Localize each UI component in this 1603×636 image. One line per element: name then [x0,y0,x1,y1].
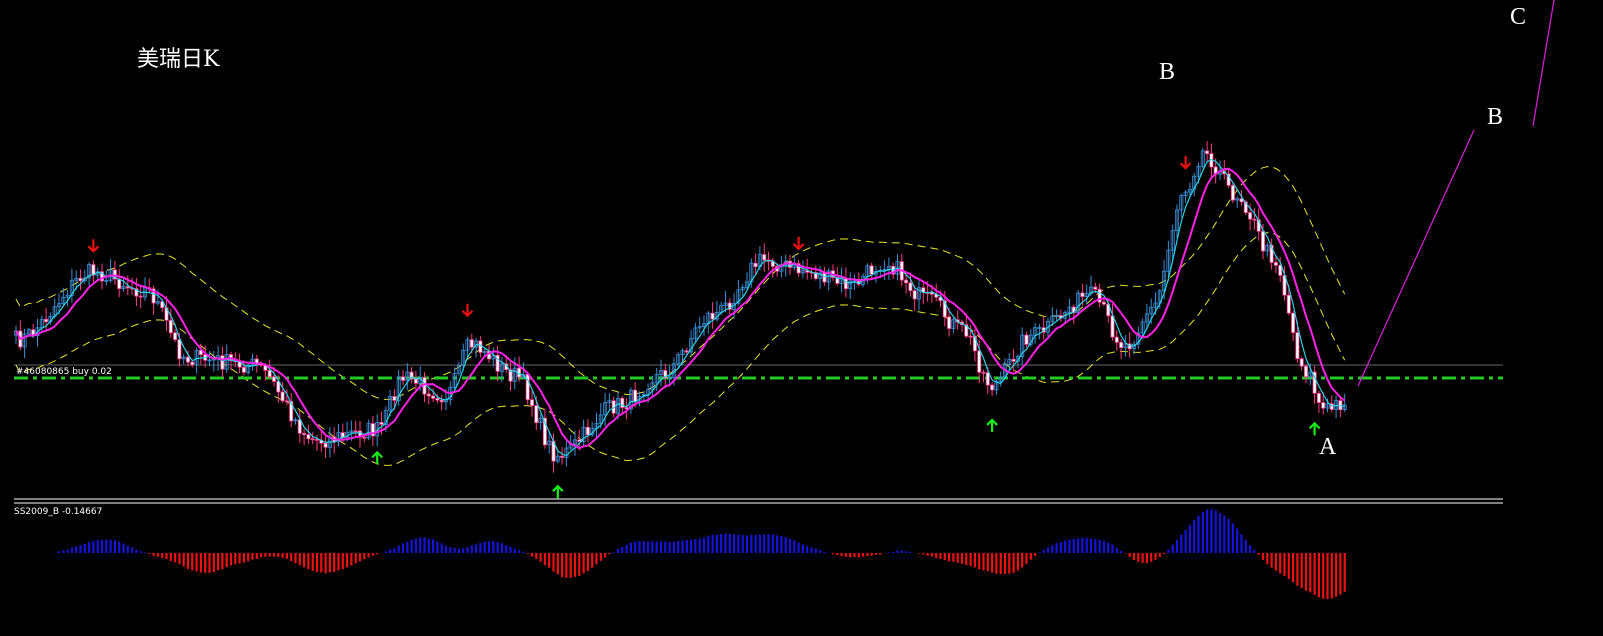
candle-body [908,282,913,292]
candle-body [1011,358,1016,362]
candle-body [1316,392,1321,403]
indicator-histogram [53,509,1346,599]
candle-body [904,279,909,284]
candle-body [869,265,874,275]
buy-arrow-icon [552,484,564,499]
candle-body [185,356,190,363]
candle-body [1252,218,1257,221]
wave-label-a: A [1319,434,1337,460]
candle-body [400,376,405,381]
candle-body [1205,150,1210,155]
candle-body [362,436,367,439]
slow-ma-line [15,167,1346,450]
sell-arrow-icon [461,303,474,318]
candle-body [585,426,590,436]
candle-body [1273,262,1278,266]
candle-body [168,319,173,334]
candles [13,141,1347,473]
candle-body [310,438,315,441]
candle-body [306,434,311,440]
candle-body [426,393,431,397]
candle-body [1321,402,1326,409]
candle-body [431,395,436,399]
candle-body [1119,341,1124,349]
candle-body [985,372,990,386]
candle-body [1295,332,1300,360]
candle-body [762,254,767,261]
candle-body [990,384,995,391]
candle-body [1299,358,1304,367]
candle-body [1286,294,1291,314]
candle-body [981,371,986,374]
candle-body [190,361,195,366]
projection-line-c [1532,0,1555,127]
candle-body [138,295,143,298]
sell-arrow-icon [1179,156,1192,170]
candle-body [353,430,358,433]
candle-body [220,355,225,370]
candle-body [822,272,827,283]
candle-body [534,405,539,423]
candle-body [78,277,83,282]
moving-averages [15,158,1346,457]
candle-body [560,455,565,458]
candle-body [323,442,328,448]
candle-body [1230,185,1235,201]
wave-label-b-peak: B [1159,59,1175,85]
chart-title: 美瑞日K [137,47,220,72]
candle-body [173,332,178,341]
candle-body [439,399,444,403]
envelope-lower [15,232,1346,466]
candle-body [177,339,182,360]
wave-label-b-projection: B [1487,104,1503,130]
candle-body [912,290,917,300]
candle-body [633,389,638,402]
candle-body [478,340,483,353]
candle-body [302,432,307,436]
candle-body [392,396,397,401]
sell-arrow-icon [87,239,100,253]
candle-body [1101,301,1106,305]
sell-arrow-icon [792,236,805,251]
wave-label-c: C [1510,4,1526,30]
order-line-label: #46080865 buy 0.02 [16,367,112,377]
candle-body [469,339,474,348]
candle-body [710,312,715,320]
candle-body [413,378,418,384]
candle-body [284,400,289,403]
indicator-label: SS2009_B -0.14667 [14,507,102,517]
candle-body [947,316,952,329]
candle-body [267,369,272,378]
candle-body [1024,334,1029,345]
projection-line-b [1357,129,1475,387]
candle-body [753,262,758,268]
candle-body [314,438,319,441]
candle-body [530,399,535,407]
candle-body [379,421,384,425]
candle-body [1080,292,1085,298]
candle-body [125,286,130,289]
candle-body [435,397,440,401]
candle-body [271,376,276,382]
candle-body [241,366,246,373]
candle-body [1248,212,1253,220]
candlestick-chart: 美瑞日K #46080865 buy 0.02 SS2009_B -0.1466… [13,0,1555,599]
candle-body [1110,315,1115,338]
candle-body [1093,286,1098,290]
candle-body [684,350,689,353]
candle-body [1114,336,1119,343]
candle-body [44,318,49,323]
candle-body [1291,312,1296,333]
candle-body [280,391,285,402]
candle-body [1338,400,1343,411]
fast-ma-line [15,158,1345,457]
candle-body [977,350,982,373]
candle-body [1304,365,1309,378]
candle-body [1261,230,1266,252]
buy-arrow-icon [986,418,998,432]
candle-body [968,335,973,338]
